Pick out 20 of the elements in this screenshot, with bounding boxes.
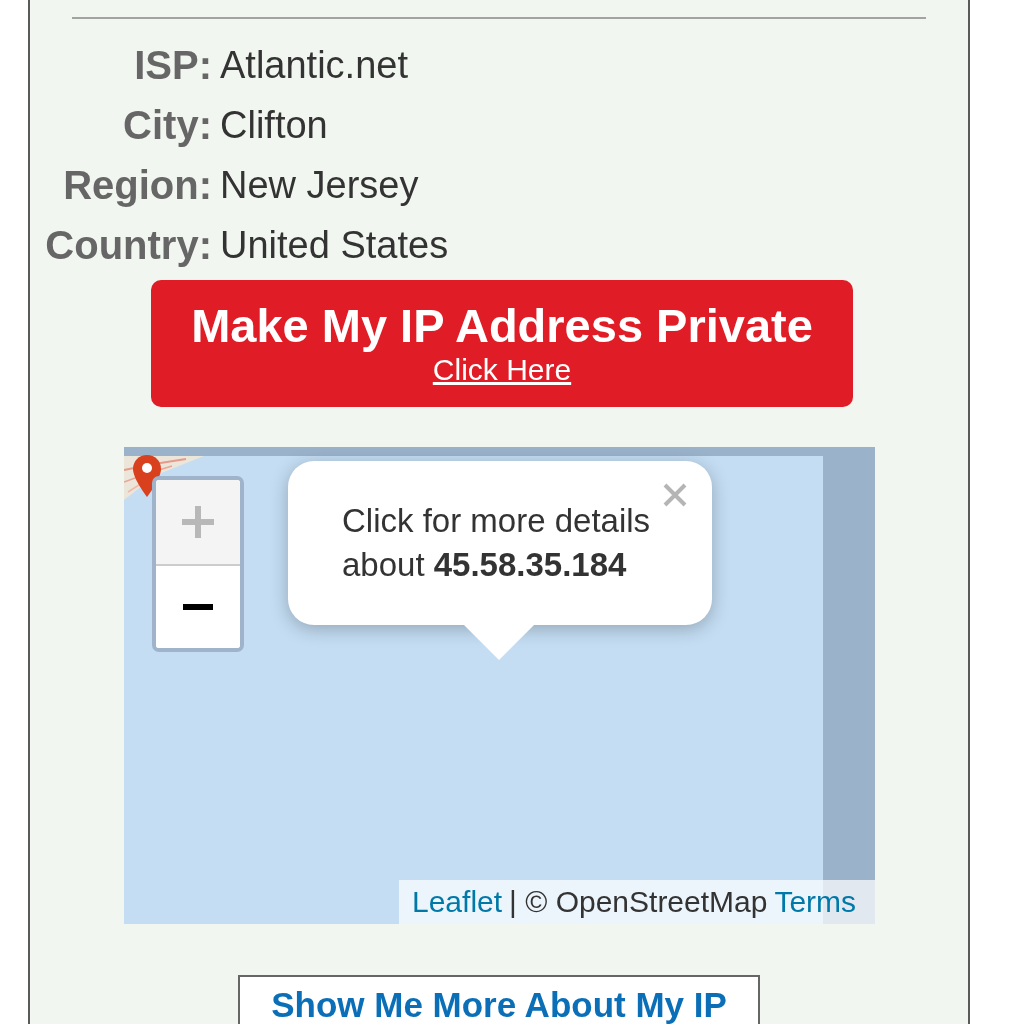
attribution-text: | © OpenStreetMap	[509, 887, 768, 917]
info-value: New Jersey	[220, 166, 419, 204]
info-label: Country:	[44, 225, 212, 265]
make-private-button[interactable]: Make My IP Address Private Click Here	[151, 280, 853, 407]
map[interactable]: Click for more details about 45.58.35.184 Leaflet | © OpenStreetMap Terms	[124, 447, 875, 924]
attribution-link[interactable]: Leaflet	[412, 887, 503, 917]
info-label: ISP:	[133, 45, 212, 85]
info-value: United States	[220, 226, 449, 264]
zoom-out-button[interactable]	[156, 564, 240, 648]
info-value: Clifton	[220, 106, 328, 144]
info-label: City:	[122, 105, 212, 145]
map-popup[interactable]: Click for more details about 45.58.35.184	[288, 461, 712, 625]
info-label: Region:	[62, 165, 212, 205]
attribution-link[interactable]: Terms	[774, 887, 857, 917]
more-info-button[interactable]: Show Me More About My IP	[238, 975, 760, 1024]
plus-icon	[182, 506, 214, 538]
popup-text: Click for more details about 45.58.35.184	[342, 501, 652, 585]
info-value: Atlantic.net	[220, 46, 408, 84]
minus-icon	[183, 604, 213, 610]
popup-pointer	[463, 624, 535, 660]
